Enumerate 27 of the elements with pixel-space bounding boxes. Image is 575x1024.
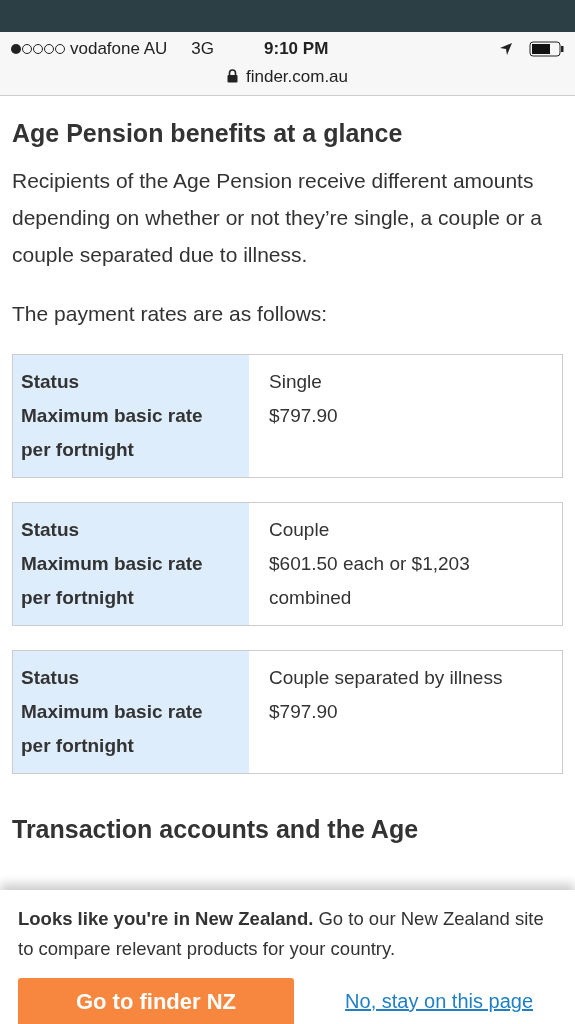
stay-link[interactable]: No, stay on this page — [345, 986, 533, 1016]
clock: 9:10 PM — [264, 38, 329, 60]
row-label: Status — [21, 518, 81, 542]
row-label: Maximum basic rate per fortnight — [21, 700, 204, 758]
banner-message: Looks like you're in New Zealand. Go to our New Zealand site to compare relevant products for your country. — [18, 907, 545, 961]
go-to-site-button[interactable]: Go to finder NZ — [18, 978, 294, 1024]
signal-icon — [10, 42, 66, 55]
network-type: 3G — [191, 38, 215, 60]
row-value: Couple — [269, 518, 331, 542]
url-text[interactable]: finder.com.au — [245, 63, 349, 89]
row-label: Maximum basic rate per fortnight — [21, 404, 204, 462]
row-label: Maximum basic rate per fortnight — [21, 552, 204, 610]
lock-icon — [226, 69, 238, 84]
article-title: Age Pension benefits at a glance — [12, 118, 404, 148]
battery-icon — [529, 40, 565, 57]
paragraph: The payment rates are as follows: — [12, 301, 329, 327]
location-arrow-icon — [499, 41, 513, 56]
row-label: Status — [21, 666, 81, 690]
row-value: $601.50 each or $1,203 combined — [269, 552, 471, 610]
section-heading: Transaction accounts and the Age — [12, 814, 420, 844]
row-value: $797.90 — [269, 700, 339, 724]
row-label: Status — [21, 370, 81, 394]
row-value: Single — [269, 370, 323, 394]
carrier-name: vodafone AU — [70, 38, 168, 60]
paragraph: Recipients of the Age Pension receive different amounts depending on whether or not they’re single, a couple or a couple separated due to illness. — [12, 168, 544, 268]
row-value: Couple separated by illness — [269, 666, 504, 690]
row-value: $797.90 — [269, 404, 339, 428]
